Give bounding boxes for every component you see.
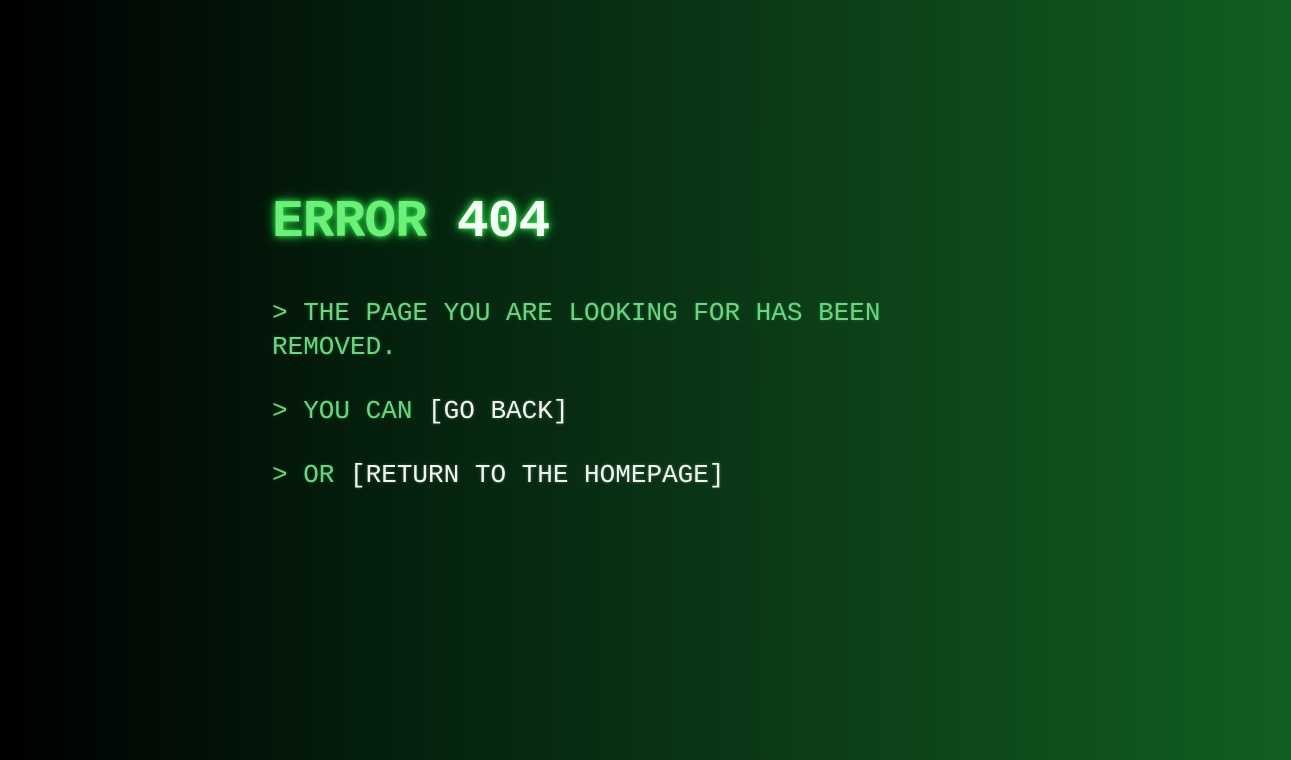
removed-message: > THE PAGE YOU ARE LOOKING FOR HAS BEEN … xyxy=(272,298,881,362)
you-can-prefix: > YOU CAN xyxy=(272,396,429,426)
error-code: 404 xyxy=(456,192,550,252)
homepage-line: > OR [RETURN TO THE HOMEPAGE] xyxy=(272,458,1012,492)
or-prefix: > OR xyxy=(272,460,351,490)
go-back-line: > YOU CAN [GO BACK] xyxy=(272,394,1012,428)
error-terminal: ERROR 404 > THE PAGE YOU ARE LOOKING FOR… xyxy=(272,192,1012,492)
page-title: ERROR 404 xyxy=(272,192,1012,252)
go-back-link[interactable]: [GO BACK] xyxy=(428,396,568,426)
error-title-word: ERROR xyxy=(272,192,427,252)
return-homepage-link[interactable]: [RETURN TO THE HOMEPAGE] xyxy=(350,460,724,490)
